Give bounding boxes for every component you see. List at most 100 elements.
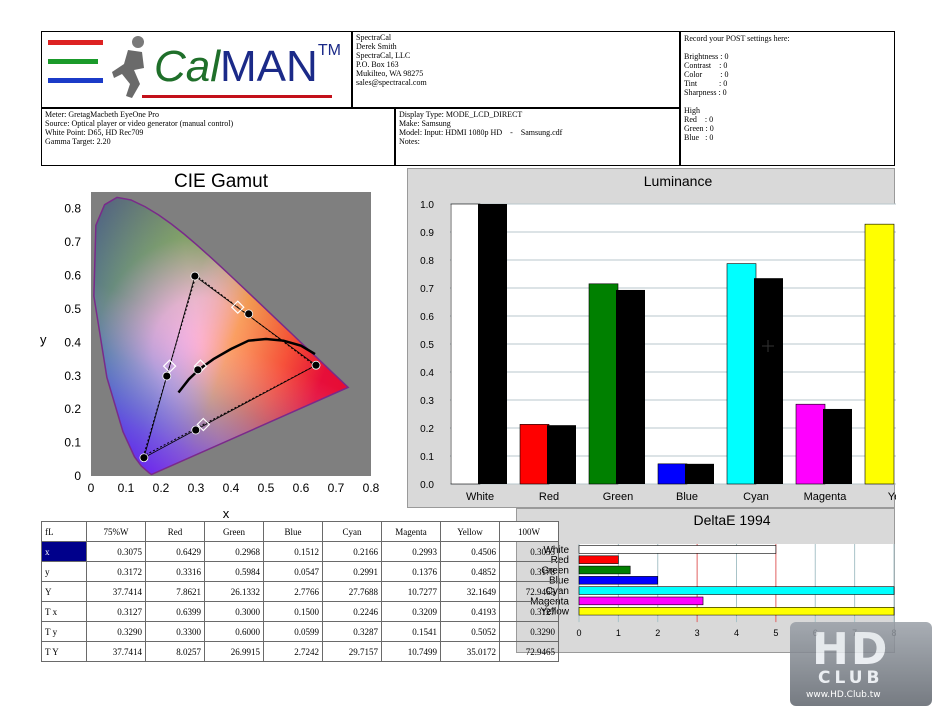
x-tick-label: Magenta — [804, 491, 848, 503]
table-cell[interactable]: 0.3209 — [381, 601, 441, 622]
table-cell[interactable]: 0.3000 — [204, 601, 264, 622]
table-cell[interactable]: 10.7277 — [381, 581, 441, 602]
table-cell[interactable]: 0.3127 — [86, 601, 146, 622]
post-setting-line: Sharpness : 0 — [684, 88, 727, 97]
post-setting-line: Blue : 0 — [684, 133, 714, 142]
x-tick-label: Blue — [676, 491, 698, 503]
table-cell[interactable]: 35.0172 — [440, 641, 500, 662]
meter-line: Meter: GretagMacbeth EyeOne Pro — [45, 110, 159, 119]
table-cell[interactable]: 7.8621 — [145, 581, 205, 602]
row-label[interactable]: T x — [41, 601, 87, 622]
table-cell[interactable]: 0.3053 — [499, 541, 559, 562]
row-label[interactable]: x — [41, 541, 87, 562]
table-cell[interactable]: 32.1649 — [440, 581, 500, 602]
table-cell[interactable]: 0.0599 — [263, 621, 323, 642]
brand-man: MAN — [220, 42, 318, 91]
deltae-bar — [578, 555, 619, 564]
table-cell[interactable]: 0.2993 — [381, 541, 441, 562]
measured-point — [162, 371, 172, 381]
table-cell[interactable]: 0.3287 — [322, 621, 382, 642]
row-label[interactable]: T Y — [41, 641, 87, 662]
x-tick-label: 0.2 — [153, 481, 170, 495]
table-row[interactable]: T Y 37.7414 8.0257 26.9915 2.7242 29.7157 10.7… — [41, 641, 559, 662]
column-header: fL — [41, 521, 87, 542]
x-axis-label: x — [223, 506, 230, 518]
luminance-bar-measured — [450, 203, 481, 485]
table-cell[interactable]: 37.7414 — [86, 641, 146, 662]
table-cell[interactable]: 0.1500 — [263, 601, 323, 622]
table-cell[interactable]: 27.7688 — [322, 581, 382, 602]
deltae-bar — [578, 607, 895, 616]
display-line: Display Type: MODE_LCD_DIRECT — [399, 110, 523, 119]
company-line: Derek Smith — [356, 42, 397, 51]
table-cell[interactable]: 0.1376 — [381, 561, 441, 582]
table-cell[interactable]: 0.1541 — [381, 621, 441, 642]
y-axis-label: y — [40, 332, 47, 347]
x-tick-label: 0.4 — [223, 481, 240, 495]
row-label[interactable]: T y — [41, 621, 87, 642]
table-cell[interactable]: 0.6399 — [145, 601, 205, 622]
x-tick-label: 0 — [88, 481, 95, 495]
measured-point — [139, 453, 149, 463]
table-cell[interactable]: 0.3316 — [145, 561, 205, 582]
table-cell[interactable]: 0.3178 — [499, 561, 559, 582]
y-tick-label: 0.3 — [64, 369, 81, 383]
table-cell[interactable]: 0.2991 — [322, 561, 382, 582]
post-setting-line: Brightness : 0 — [684, 52, 729, 61]
row-label[interactable]: Y — [41, 581, 87, 602]
table-cell[interactable]: 37.7414 — [86, 581, 146, 602]
row-label[interactable]: y — [41, 561, 87, 582]
table-cell[interactable]: 72.9465 — [499, 581, 559, 602]
company-line: P.O. Box 163 — [356, 60, 399, 69]
table-cell[interactable]: 0.4193 — [440, 601, 500, 622]
table-cell[interactable]: 26.9915 — [204, 641, 264, 662]
table-cell[interactable]: 0.3290 — [499, 621, 559, 642]
post-setting-line: Green : 0 — [684, 124, 714, 133]
y-tick-label: 0.0 — [420, 480, 434, 491]
table-cell[interactable]: 29.7157 — [322, 641, 382, 662]
measured-point — [311, 360, 321, 370]
table-cell[interactable]: 0.3172 — [86, 561, 146, 582]
meter-line: Source: Optical player or video generato… — [45, 119, 234, 128]
table-cell[interactable]: 0.1512 — [263, 541, 323, 562]
table-row[interactable]: Y 37.7414 7.8621 26.1332 2.7766 27.7688 10.727… — [41, 581, 559, 602]
table-cell[interactable]: 2.7766 — [263, 581, 323, 602]
table-cell[interactable]: 0.4506 — [440, 541, 500, 562]
table-cell[interactable]: 0.3075 — [86, 541, 146, 562]
table-cell[interactable]: 0.3127 — [499, 601, 559, 622]
y-tick-label: 0.7 — [64, 235, 81, 249]
x-tick-label: Ye — [888, 491, 896, 503]
table-cell[interactable]: 0.2968 — [204, 541, 264, 562]
table-cell[interactable]: 0.2166 — [322, 541, 382, 562]
table-cell[interactable]: 72.9465 — [499, 641, 559, 662]
table-cell[interactable]: 2.7242 — [263, 641, 323, 662]
table-cell[interactable]: 0.4852 — [440, 561, 500, 582]
table-cell[interactable]: 0.0547 — [263, 561, 323, 582]
table-cell[interactable]: 26.1332 — [204, 581, 264, 602]
table-cell[interactable]: 0.3290 — [86, 621, 146, 642]
luminance-bar-target — [754, 278, 783, 484]
meter-line: Gamma Target: 2.20 — [45, 137, 111, 146]
column-header: 100W — [499, 521, 559, 542]
measurement-table: fL 75%W Red Green Blue Cyan Magenta Yellow 100W x… — [41, 521, 559, 662]
table-cell[interactable]: 0.5052 — [440, 621, 500, 642]
table-row[interactable]: y 0.3172 0.3316 0.5984 0.0547 0.2991 0.1376 0.4… — [41, 561, 559, 582]
luminance-bar-measured — [864, 223, 895, 485]
table-cell[interactable]: 0.3300 — [145, 621, 205, 642]
table-header-row: fL 75%W Red Green Blue Cyan Magenta Yellow 100W — [41, 521, 559, 542]
table-cell[interactable]: 8.0257 — [145, 641, 205, 662]
x-tick-label: 3 — [695, 628, 700, 638]
post-setting-line: Record your POST settings here: — [684, 34, 790, 43]
table-cell[interactable]: 0.6429 — [145, 541, 205, 562]
table-row[interactable]: T x 0.3127 0.6399 0.3000 0.1500 0.2246 0.3209 0… — [41, 601, 559, 622]
cie-title: CIE Gamut — [174, 171, 269, 192]
table-cell[interactable]: 10.7499 — [381, 641, 441, 662]
luminance-bar-target — [823, 408, 852, 484]
table-row[interactable]: T y 0.3290 0.3300 0.6000 0.0599 0.3287 0.1541 0… — [41, 621, 559, 642]
table-cell[interactable]: 0.6000 — [204, 621, 264, 642]
luminance-bar-measured — [726, 263, 757, 485]
table-cell[interactable]: 0.2246 — [322, 601, 382, 622]
table-row[interactable]: x 0.3075 0.6429 0.2968 0.1512 0.2166 0.2993 0.4… — [41, 541, 559, 562]
table-cell[interactable]: 0.5984 — [204, 561, 264, 582]
watermark-url: www.HD.Club.tw — [806, 690, 881, 700]
